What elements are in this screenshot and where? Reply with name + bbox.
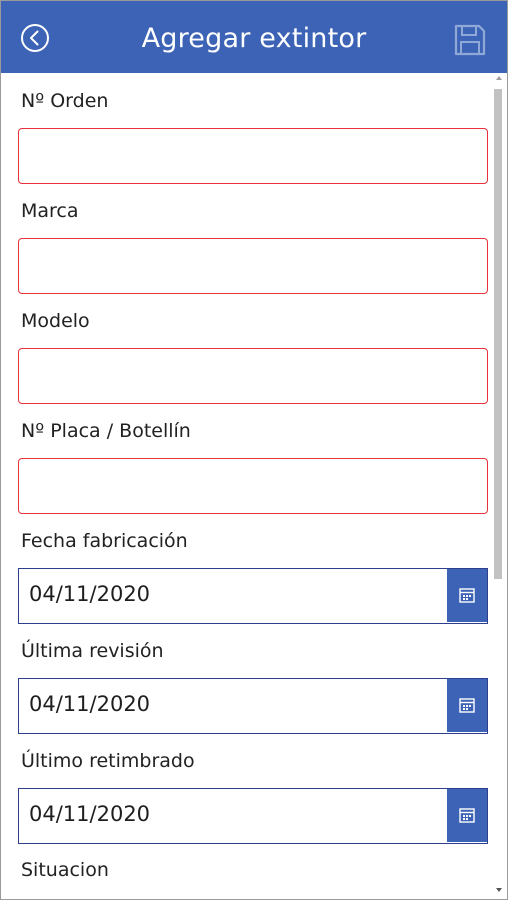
form-scroll-area: Nº Orden Marca Modelo Nº Placa / Botellí…	[1, 73, 491, 899]
ultimo-retimbrado-label: Último retimbrado	[21, 750, 195, 772]
marca-label: Marca	[21, 200, 79, 222]
ultima-revision-calendar-button[interactable]	[447, 679, 487, 732]
ultima-revision-label: Última revisión	[21, 640, 164, 662]
orden-input[interactable]	[18, 128, 488, 184]
save-button[interactable]	[453, 23, 487, 57]
fecha-fabricacion-value: 04/11/2020	[29, 582, 151, 606]
situacion-label: Situacion	[21, 859, 109, 881]
header-bar: Agregar extintor	[1, 1, 507, 73]
scroll-down-arrow-icon[interactable]	[496, 888, 502, 892]
modelo-label: Modelo	[21, 310, 90, 332]
ultima-revision-value: 04/11/2020	[29, 692, 151, 716]
page-title: Agregar extintor	[141, 23, 367, 54]
calendar-icon	[459, 698, 475, 713]
fecha-fabricacion-label: Fecha fabricación	[21, 530, 188, 552]
scroll-up-arrow-icon[interactable]	[496, 76, 502, 80]
ultimo-retimbrado-calendar-button[interactable]	[447, 789, 487, 842]
calendar-icon	[459, 808, 475, 823]
ultima-revision-picker[interactable]: 04/11/2020	[18, 678, 488, 734]
app-screen: Agregar extintor Nº Orden Marca Modelo N…	[0, 0, 508, 900]
fecha-fabricacion-picker[interactable]: 04/11/2020	[18, 568, 488, 624]
ultimo-retimbrado-value: 04/11/2020	[29, 802, 151, 826]
save-disk-icon	[454, 24, 486, 56]
marca-input[interactable]	[18, 238, 488, 294]
placa-label: Nº Placa / Botellín	[21, 420, 191, 442]
vertical-scrollbar[interactable]	[491, 73, 507, 899]
ultimo-retimbrado-picker[interactable]: 04/11/2020	[18, 788, 488, 844]
fecha-fabricacion-calendar-button[interactable]	[447, 569, 487, 622]
calendar-icon	[459, 588, 475, 603]
modelo-input[interactable]	[18, 348, 488, 404]
orden-label: Nº Orden	[21, 90, 109, 112]
scrollbar-thumb[interactable]	[494, 89, 502, 579]
placa-input[interactable]	[18, 458, 488, 514]
